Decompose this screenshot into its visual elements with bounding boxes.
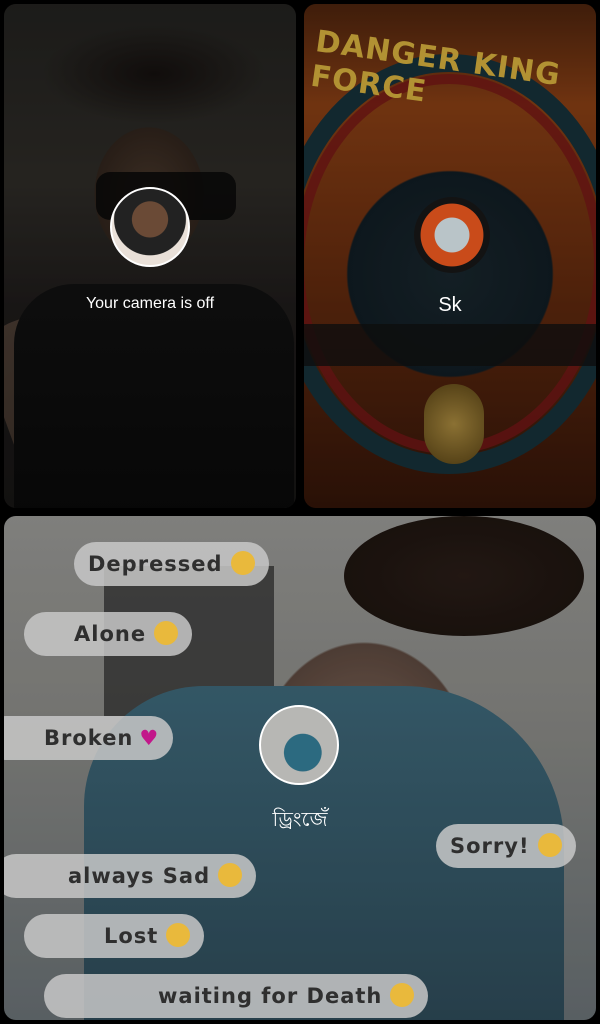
background-label: Depressed — [74, 542, 269, 586]
participant-name-2: ড্ৰিংজেঁ — [272, 807, 328, 831]
participant-avatar-sk — [414, 197, 490, 273]
background-label: Broken ♥ — [4, 716, 174, 760]
background-label: waiting for Death — [44, 974, 429, 1018]
background-label: always Sad — [4, 854, 257, 898]
sad-face-icon — [230, 551, 255, 575]
sad-face-icon — [390, 983, 415, 1007]
broken-heart-icon: ♥ — [139, 726, 160, 750]
background-label: Alone — [24, 612, 193, 656]
sad-face-icon — [154, 621, 179, 645]
participant-name-sk: Sk — [438, 294, 462, 316]
sad-face-icon — [218, 863, 243, 887]
self-avatar — [110, 187, 190, 267]
participant-avatar-2 — [259, 705, 339, 785]
background-label: Lost — [24, 914, 205, 958]
camera-off-label: Your camera is off — [85, 295, 215, 312]
sad-face-icon — [166, 923, 191, 947]
